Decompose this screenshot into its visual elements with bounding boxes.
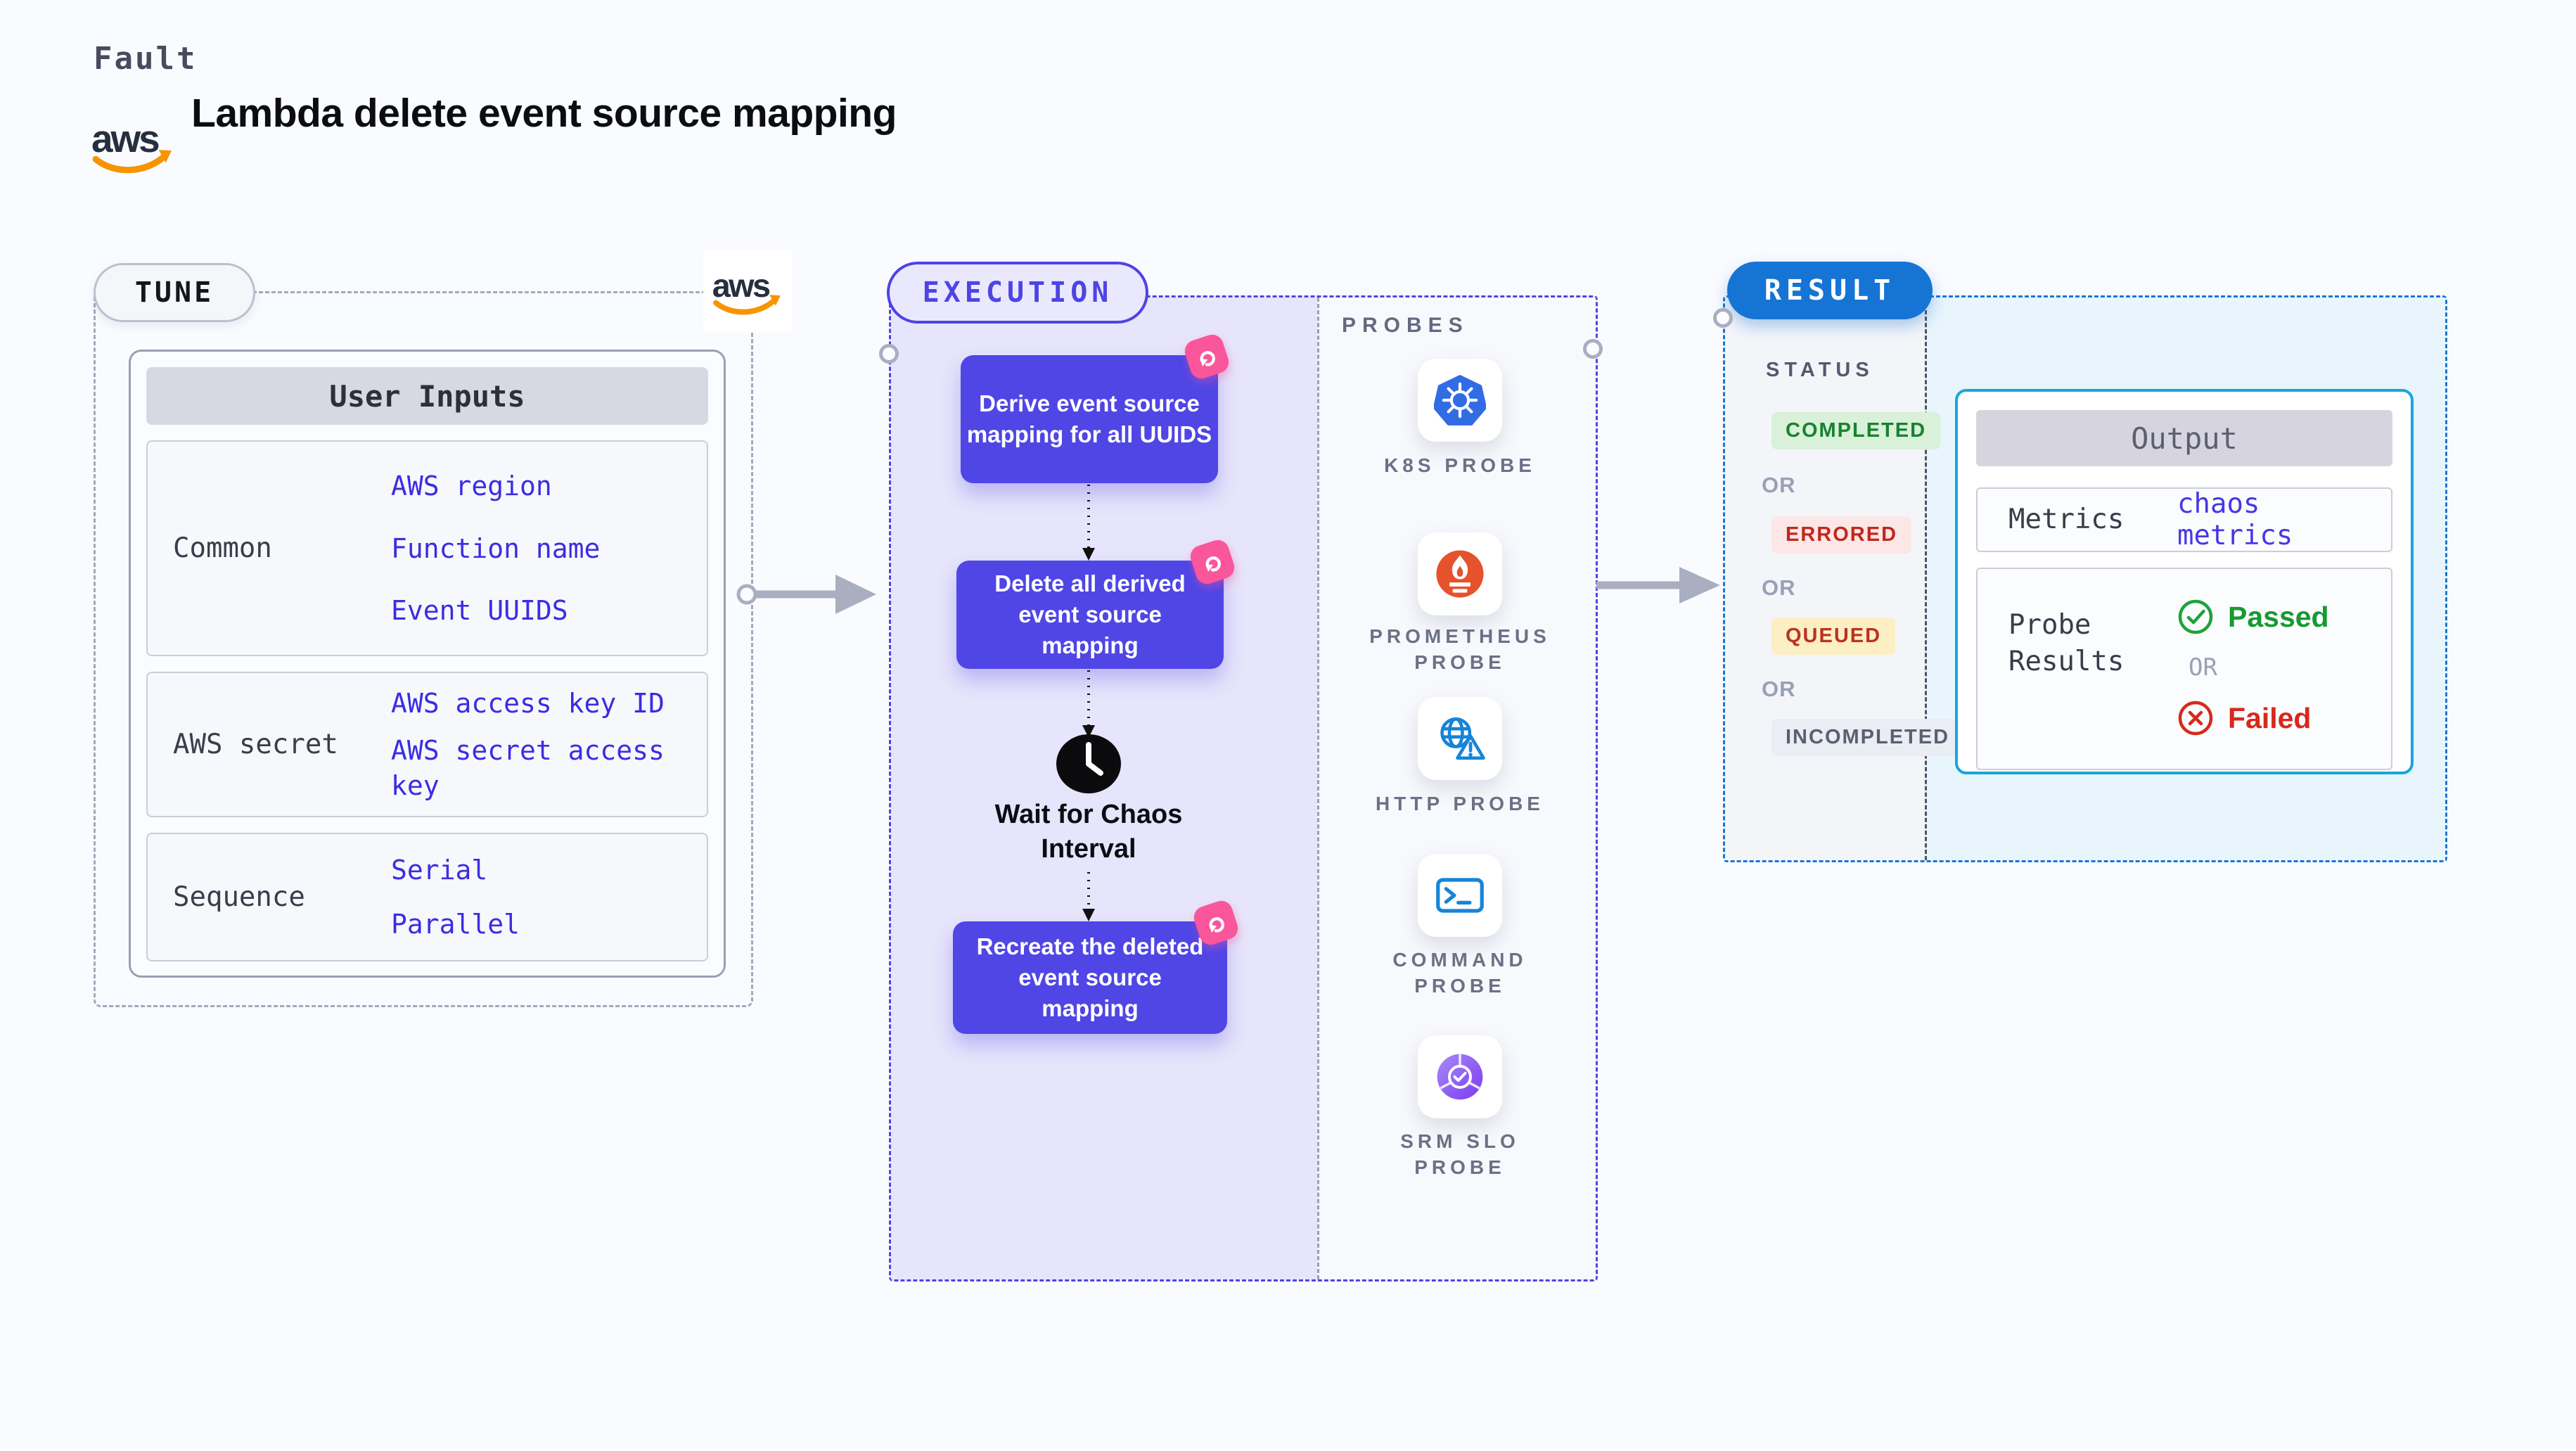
srm-slo-gauge-icon (1437, 1054, 1483, 1100)
option-link[interactable]: Parallel (391, 907, 693, 942)
row-options: AWS access key ID AWS secret access key (391, 673, 693, 816)
status-badge-completed: COMPLETED (1771, 412, 1941, 449)
step-text: event source (1018, 601, 1162, 627)
page-title: Lambda delete event source mapping (191, 91, 897, 136)
diagram-canvas: Fault aws Lambda delete event source map… (0, 0, 2576, 1451)
result-pill: RESULT (1727, 262, 1933, 319)
step-text: Recreate the deleted (976, 933, 1204, 959)
execution-pill: EXECUTION (887, 262, 1148, 324)
wait-text: Wait for Chaos (994, 800, 1183, 829)
status-column (1725, 298, 1925, 860)
connector-ring (1713, 308, 1733, 328)
step-text: mapping (1042, 995, 1139, 1021)
step-recreate-event-source-mapping: Recreate the deleted event source mappin… (953, 897, 1241, 1034)
kubernetes-icon (1434, 375, 1486, 426)
failed-line: Failed (2177, 700, 2329, 736)
aws-corner-logo: aws (703, 250, 792, 332)
step-delete-event-source-mapping: Delete all derived event source mapping (956, 537, 1238, 669)
wait-for-chaos-interval-label: Wait for Chaos Interval (969, 798, 1208, 867)
status-badge-incompleted: INCOMPLETED (1771, 719, 1964, 756)
probe-label-prometheus: PROMETHEUS PROBE (1369, 625, 1551, 673)
aws-logo-icon: aws (91, 117, 172, 174)
probe-results-values: Passed OR Failed (2177, 569, 2329, 769)
clock-icon (1056, 734, 1121, 793)
status-badge-errored: ERRORED (1771, 516, 1912, 554)
step-text: event source (1018, 964, 1162, 990)
probe-card-k8s (1418, 359, 1502, 442)
dotted-connector (1082, 872, 1095, 921)
http-globe-warning-icon (1440, 717, 1485, 760)
output-card: Output Metrics chaos metrics Probe Resul… (1955, 389, 2414, 774)
step-derive-event-source-mapping: Derive event source mapping for all UUID… (961, 331, 1232, 483)
probe-label-k8s: K8S PROBE (1384, 454, 1536, 476)
probe-card-command (1418, 854, 1502, 937)
fault-kicker: Fault (94, 41, 198, 77)
row-label: AWS secret (173, 729, 338, 760)
failed-label: Failed (2228, 701, 2312, 734)
or-separator: OR (1762, 575, 1796, 600)
status-heading: STATUS (1766, 359, 1874, 381)
row-label: Common (173, 532, 272, 564)
probe-card-prometheus (1418, 532, 1502, 615)
step-text: Delete all derived (994, 570, 1186, 596)
option-link[interactable]: Event UUIDS (391, 593, 693, 628)
probe-results-label: Probe Results (2008, 609, 2125, 677)
table-row-sequence: Sequence Serial Parallel (146, 833, 708, 961)
output-header: Output (1976, 410, 2392, 466)
dotted-connector (1082, 485, 1095, 561)
aws-logo-icon: aws (712, 267, 781, 315)
arrow-execution-to-result (1596, 567, 1720, 603)
connector-ring (879, 344, 899, 364)
probe-label-srm-slo: SRM SLO PROBE (1400, 1130, 1520, 1178)
or-separator: OR (1762, 473, 1796, 497)
wait-text: Interval (1041, 834, 1136, 864)
chaos-metrics-link[interactable]: chaos metrics (2177, 488, 2391, 551)
step-text: Derive event source (979, 390, 1200, 416)
probe-card-http (1418, 697, 1502, 780)
probe-label-http: HTTP PROBE (1376, 793, 1544, 814)
row-label: Sequence (173, 881, 305, 913)
probe-results-row: Probe Results Passed OR Failed (1976, 568, 2392, 770)
prometheus-icon (1436, 550, 1484, 598)
status-badge-queued: QUEUED (1771, 618, 1896, 655)
option-link[interactable]: AWS secret access key (391, 733, 693, 803)
option-link[interactable]: Function name (391, 531, 693, 566)
metrics-label: Metrics (2008, 504, 2125, 535)
probes-heading: PROBES (1342, 314, 1469, 337)
connector-ring (1583, 339, 1603, 359)
option-link[interactable]: Serial (391, 852, 693, 888)
check-circle-icon (2178, 599, 2213, 634)
probe-label-command: COMMAND PROBE (1392, 949, 1527, 997)
metrics-row: Metrics chaos metrics (1976, 487, 2392, 552)
option-link[interactable]: AWS region (391, 468, 693, 504)
svg-text:aws: aws (91, 117, 159, 160)
row-options: Serial Parallel (391, 834, 693, 960)
probe-card-srm-slo (1418, 1035, 1502, 1118)
user-inputs-header: User Inputs (146, 367, 708, 425)
tune-pill: TUNE (94, 263, 255, 322)
passed-label: Passed (2228, 600, 2329, 633)
passed-line: Passed (2177, 599, 2329, 635)
x-circle-icon (2178, 701, 2213, 736)
or-separator: OR (2189, 653, 2217, 682)
terminal-icon (1436, 878, 1484, 913)
or-separator: OR (1762, 677, 1796, 701)
table-row-aws-secret: AWS secret AWS access key ID AWS secret … (146, 672, 708, 817)
user-inputs-card: User Inputs Common AWS region Function n… (129, 350, 726, 978)
arrow-tune-to-execution (736, 575, 876, 614)
option-link[interactable]: AWS access key ID (391, 686, 693, 721)
dotted-connector (1082, 670, 1095, 738)
step-text: mapping for all UUIDS (966, 421, 1212, 447)
svg-text:aws: aws (712, 267, 770, 304)
row-options: AWS region Function name Event UUIDS (391, 442, 693, 655)
step-text: mapping (1042, 632, 1139, 658)
table-row-common: Common AWS region Function name Event UU… (146, 440, 708, 656)
